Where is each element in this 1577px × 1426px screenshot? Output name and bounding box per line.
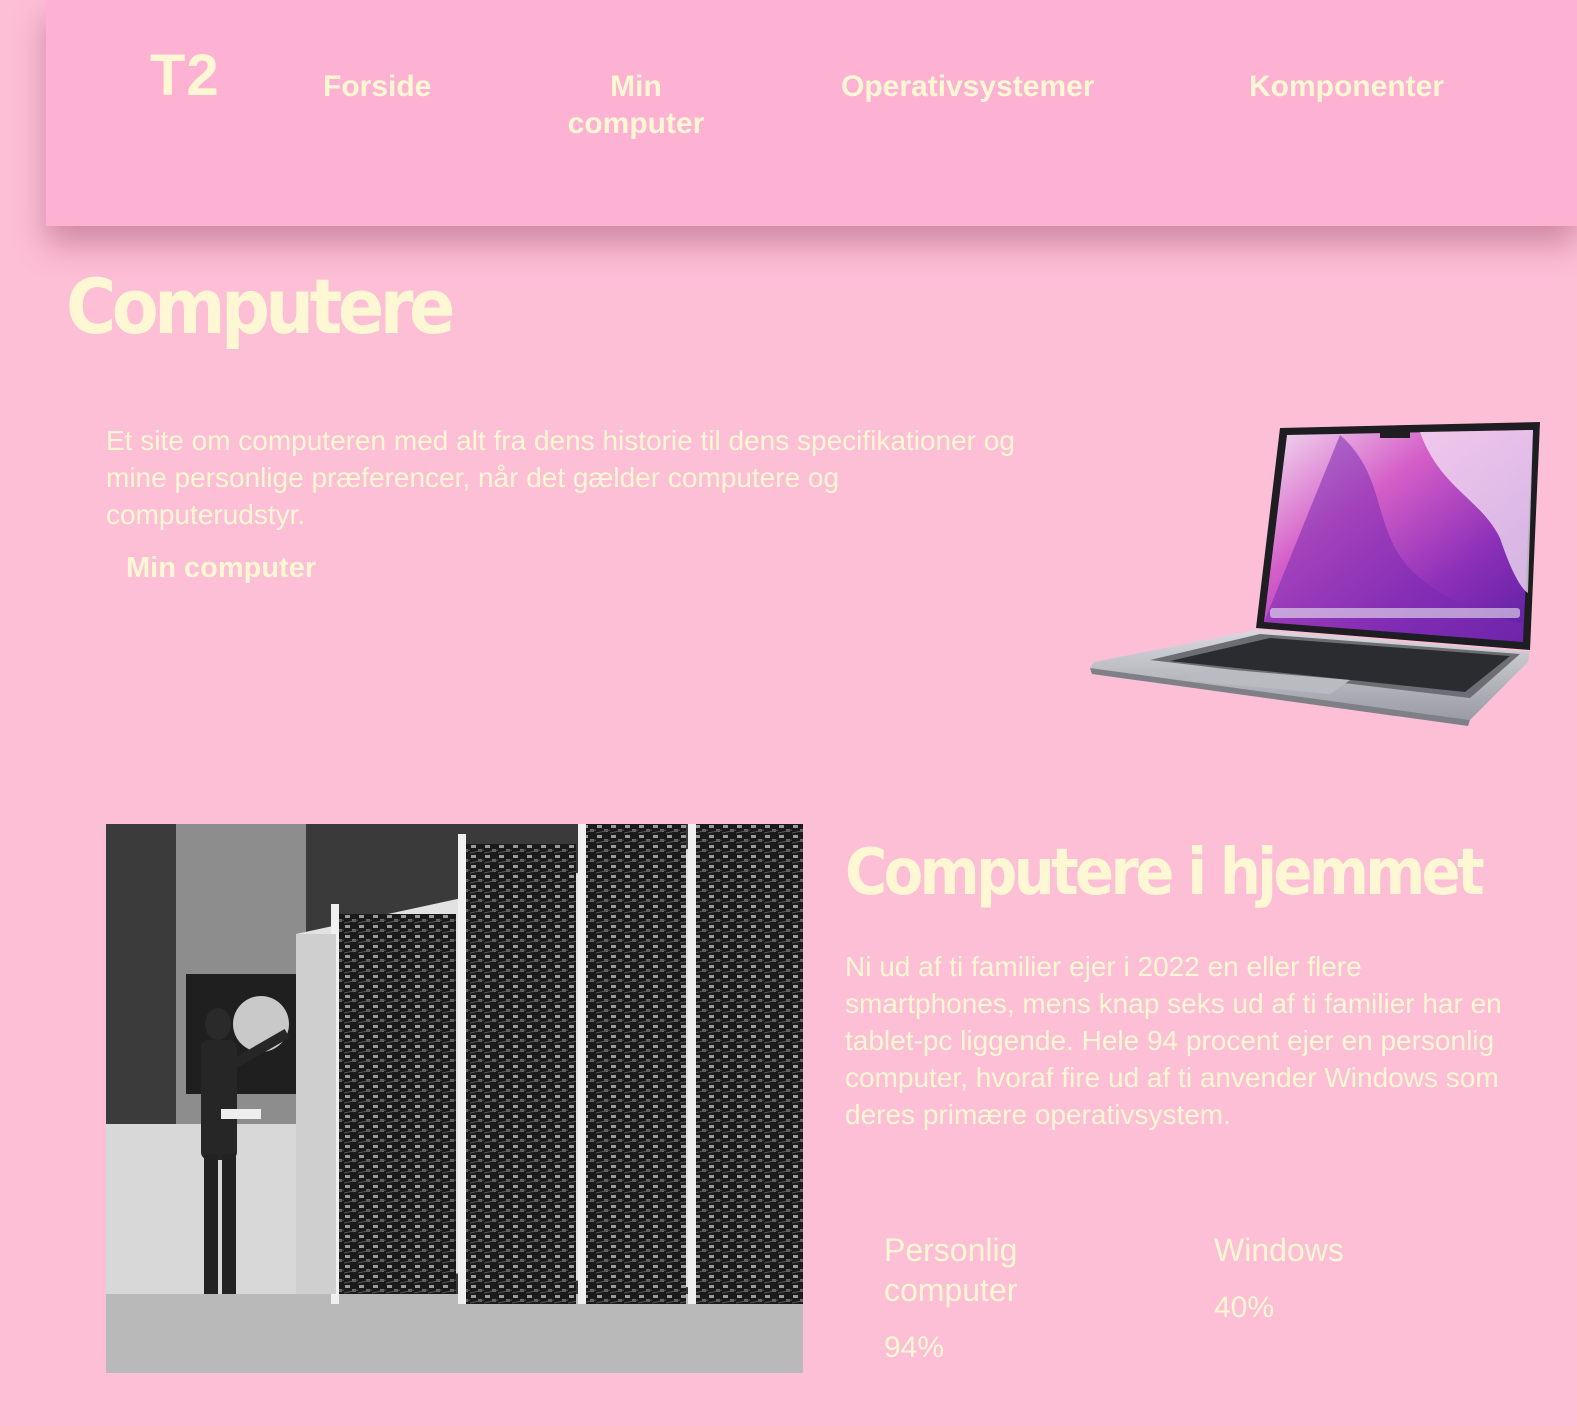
vintage-mainframe-photo: [106, 824, 803, 1373]
stat-value: 40%: [1214, 1291, 1275, 1324]
site-header: T2 Forside Min computer Operativsystemer…: [46, 0, 1577, 226]
intro-text: Et site om computeren med alt fra dens h…: [106, 425, 1015, 530]
site-logo[interactable]: T2: [150, 42, 220, 109]
nav-operativsystemer[interactable]: Operativsystemer: [841, 68, 1094, 105]
nav-komponenter[interactable]: Komponenter: [1249, 68, 1444, 105]
stat-value: 94%: [884, 1331, 945, 1364]
stat-personlig-computer: Personlig computer 94%: [884, 1230, 1104, 1368]
page-title: Computere: [66, 262, 455, 351]
nav-min-computer[interactable]: Min computer: [556, 68, 716, 142]
stat-windows: Windows 40%: [1214, 1230, 1434, 1328]
section-text: Ni ud af ti familier ejer i 2022 en elle…: [845, 951, 1502, 1130]
stat-label: Personlig computer: [884, 1232, 1018, 1308]
laptop-image: [1090, 422, 1540, 726]
min-computer-link[interactable]: Min computer: [126, 552, 316, 585]
section-title: Computere i hjemmet: [845, 836, 1485, 910]
stat-label: Windows: [1214, 1232, 1344, 1268]
nav-forside[interactable]: Forside: [323, 68, 431, 105]
